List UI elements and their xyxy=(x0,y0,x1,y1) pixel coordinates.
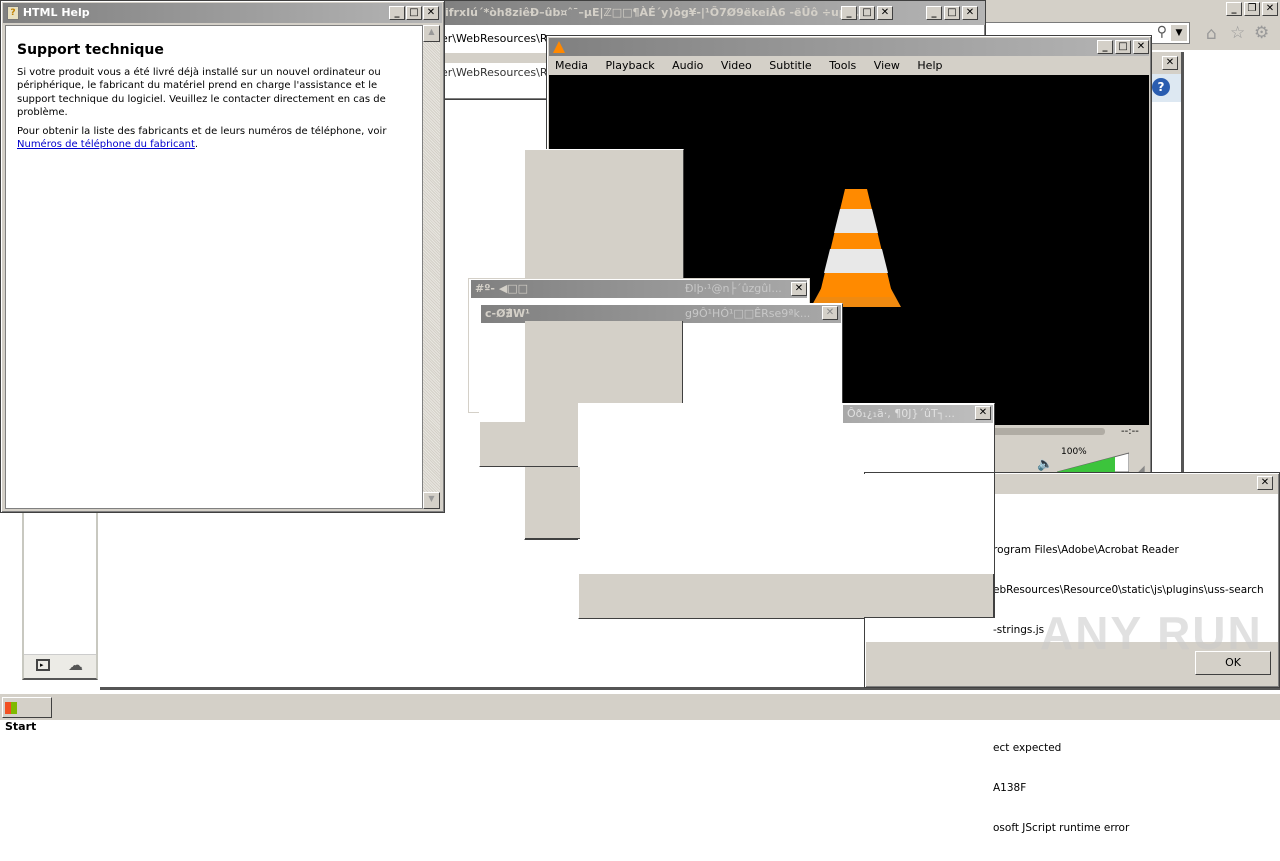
help-minimize-button[interactable]: _ xyxy=(389,6,405,20)
menu-view[interactable]: View xyxy=(874,57,900,75)
help-heading: Support technique xyxy=(17,42,164,58)
script-error-close-button[interactable]: ✕ xyxy=(1257,476,1273,490)
html-help-title: HTML Help xyxy=(22,6,90,19)
menu-video[interactable]: Video xyxy=(721,57,752,75)
start-button[interactable]: Start xyxy=(2,697,52,733)
garbled2-maximize-button[interactable]: □ xyxy=(944,6,960,20)
left-side-panel: ▸ ☁ xyxy=(22,505,98,680)
error-line-7: osoft JScript runtime error xyxy=(993,821,1130,834)
script-error-message-left-edge xyxy=(994,472,995,618)
browser-close-button[interactable]: ✕ xyxy=(1262,2,1278,16)
help-paragraph-2-end: . xyxy=(194,139,199,151)
dialog-3-titlebar: Ôð₁¿₁ä·, ¶0J}´ûT┐... xyxy=(843,405,993,423)
help-close-button[interactable]: ✕ xyxy=(423,6,439,20)
help-content: Support technique Si votre produit vous … xyxy=(5,25,423,509)
help-paragraph-1: Si votre produit vous a été livré déjà i… xyxy=(17,67,386,118)
help-question-icon[interactable]: ? xyxy=(1152,78,1170,96)
menu-media[interactable]: Media xyxy=(555,57,588,75)
error-line-6: A138F xyxy=(993,782,1027,795)
dialog-3-mask xyxy=(580,467,683,539)
watermark-text: ANY RUN xyxy=(1040,607,1263,659)
right-help-close-button[interactable]: ✕ xyxy=(1162,56,1178,70)
html-help-titlebar: ? HTML Help xyxy=(3,3,442,23)
dialog-1-title-right: Ðlþ·¹@n├´ûzgûl... xyxy=(685,282,782,295)
star-icon[interactable]: ☆ xyxy=(1230,23,1245,43)
dialog-2-close-button[interactable]: ✕ xyxy=(822,306,838,320)
path-field-1[interactable]: er\WebResources\Re xyxy=(441,29,551,49)
html-help-window: ? HTML Help _ □ ✕ Support technique Si v… xyxy=(0,0,445,513)
error-line-1: rogram Files\Adobe\Acrobat Reader xyxy=(993,544,1179,557)
vlc-cone-logo xyxy=(811,189,901,307)
windows-logo-icon xyxy=(5,702,17,714)
menu-subtitle[interactable]: Subtitle xyxy=(769,57,811,75)
vlc-volume-slider[interactable]: 100% xyxy=(1056,447,1130,473)
help-scrollbar[interactable]: ▲ ▼ xyxy=(423,25,440,509)
help-book-icon: ? xyxy=(7,6,19,20)
start-label: Start xyxy=(5,720,37,733)
vlc-maximize-button[interactable]: □ xyxy=(1115,40,1131,54)
vlc-titlebar xyxy=(549,38,1149,56)
chevron-down-icon[interactable]: ▼ xyxy=(1171,25,1187,41)
vlc-minimize-button[interactable]: _ xyxy=(1097,40,1113,54)
garbled-window-title: ifrxIú´*òh8ziêÐ–ûb¤ˆ¯–µE|ℤ□□¶ÀÉ´y)ôg¥-|¹… xyxy=(441,1,985,25)
dialog-3-close-button[interactable]: ✕ xyxy=(975,406,991,420)
vlc-time-display: --:-- xyxy=(1121,426,1139,437)
speaker-icon[interactable]: 🔈 xyxy=(1037,457,1053,472)
garbled-title-text: ifrxIú´*òh8ziêÐ–ûb¤ˆ¯–µE|ℤ□□¶ÀÉ´y)ôg¥-|¹… xyxy=(445,6,860,19)
taskbar: Start xyxy=(0,693,1280,733)
menu-help[interactable]: Help xyxy=(917,57,942,75)
garbled2-close-button[interactable]: ✕ xyxy=(962,6,978,20)
search-icon[interactable]: ⚲ xyxy=(1157,24,1167,40)
help-paragraph-2: Pour obtenir la liste des fabricants et … xyxy=(17,125,411,152)
menu-playback[interactable]: Playback xyxy=(606,57,655,75)
terminal-icon[interactable]: ▸ xyxy=(36,659,50,671)
garbled-minimize-button[interactable]: _ xyxy=(841,6,857,20)
scroll-up-button[interactable]: ▲ xyxy=(423,25,440,42)
home-icon[interactable]: ⌂ xyxy=(1206,24,1217,44)
path-separator xyxy=(441,53,551,63)
error-line-2: ebResources\Resource0\static\js\plugins\… xyxy=(993,584,1264,597)
garbled2-minimize-button[interactable]: _ xyxy=(926,6,942,20)
dialog-1-close-button[interactable]: ✕ xyxy=(791,282,807,296)
help-paragraph-2-text: Pour obtenir la liste des fabricants et … xyxy=(17,126,387,138)
help-maximize-button[interactable]: □ xyxy=(406,6,422,20)
anyrun-watermark: ANY RUN xyxy=(1040,606,1263,660)
manufacturer-phone-link[interactable]: Numéros de téléphone du fabricant xyxy=(17,139,195,150)
garbled-maximize-button[interactable]: □ xyxy=(859,6,875,20)
error-line-5: ect expected xyxy=(993,742,1062,755)
path-field-2[interactable]: er\WebResources\Re xyxy=(441,65,551,81)
garbled-close-button[interactable]: ✕ xyxy=(877,6,893,20)
script-error-message: rogram Files\Adobe\Acrobat Reader ebReso… xyxy=(993,518,1264,861)
dialog-1-titlebar: #º- ◀□□ Ðlþ·¹@n├´ûzgûl... xyxy=(471,280,807,298)
dialog-3-overlap-footer xyxy=(864,574,994,618)
dialog-3-title: Ôð₁¿₁ä·, ¶0J}´ûT┐... xyxy=(847,407,955,420)
scroll-down-button[interactable]: ▼ xyxy=(423,492,440,509)
path-text-2: er\WebResources\Re xyxy=(441,66,551,79)
dialog-2-title-right: g9Ô¹HÓ¹□□ÊRse9ªk... xyxy=(685,307,811,320)
dialog-2-title: c-Ø∄W¹ xyxy=(485,307,530,320)
menu-tools[interactable]: Tools xyxy=(829,57,856,75)
volume-label: 100% xyxy=(1061,447,1087,457)
dialog-3-overlap xyxy=(864,474,994,574)
browser-restore-button[interactable]: ❐ xyxy=(1244,2,1260,16)
path-text-1: er\WebResources\Re xyxy=(441,32,551,45)
left-panel-toolbar: ▸ ☁ xyxy=(24,654,96,678)
gear-icon[interactable]: ⚙ xyxy=(1254,23,1269,43)
browser-minimize-button[interactable]: _ xyxy=(1226,2,1242,16)
menu-audio[interactable]: Audio xyxy=(672,57,703,75)
vlc-menubar: Media Playback Audio Video Subtitle Tool… xyxy=(549,57,1149,75)
vlc-close-button[interactable]: ✕ xyxy=(1133,40,1149,54)
cloud-icon[interactable]: ☁ xyxy=(68,656,83,674)
dialog-1-title: #º- ◀□□ xyxy=(475,282,529,295)
vlc-cone-icon xyxy=(553,41,565,53)
